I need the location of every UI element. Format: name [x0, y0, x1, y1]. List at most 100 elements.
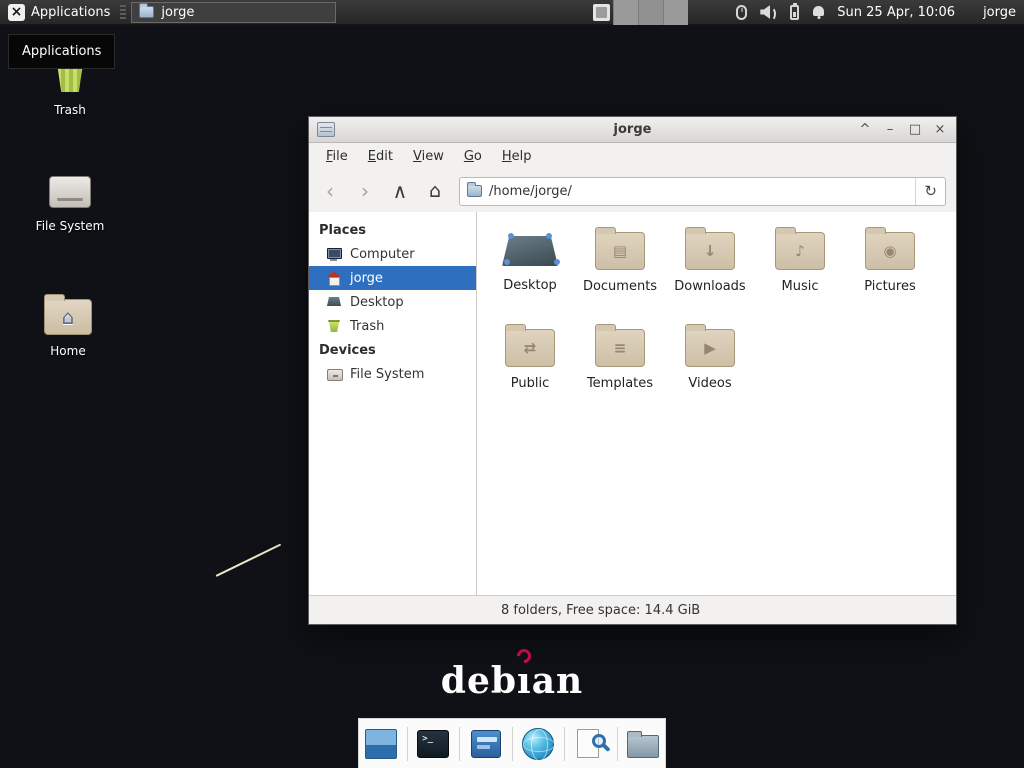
sidebar: Places Computer jorge Desktop Trash: [309, 212, 477, 595]
system-tray: [593, 0, 688, 25]
file-videos[interactable]: ▶ Videos: [665, 323, 755, 420]
file-music[interactable]: ♪ Music: [755, 226, 845, 323]
location-bar[interactable]: /home/jorge/ ↻: [459, 177, 946, 206]
menu-go[interactable]: Go: [455, 145, 491, 168]
sidebar-item-file-system[interactable]: File System: [309, 362, 476, 386]
debian-wallpaper-logo: debıan: [0, 660, 1024, 702]
file-documents[interactable]: ▤ Documents: [575, 226, 665, 323]
maximize-button[interactable]: □: [907, 118, 923, 142]
sidebar-item-trash[interactable]: Trash: [309, 314, 476, 338]
panel-username[interactable]: jorge: [983, 5, 1016, 20]
tray-item[interactable]: [613, 0, 638, 25]
file-label: Music: [782, 279, 819, 294]
sidebar-item-label: Trash: [350, 319, 384, 334]
menu-edit[interactable]: Edit: [359, 145, 402, 168]
dock-item-app[interactable]: [468, 724, 504, 764]
brand-text: an: [532, 660, 584, 702]
statusbar: 8 folders, Free space: 14.4 GiB: [309, 595, 956, 624]
tray-window-icon[interactable]: [593, 4, 610, 21]
tray-item[interactable]: [638, 0, 663, 25]
desktop-icon-home[interactable]: Home: [20, 294, 116, 358]
app-window-icon: [471, 730, 501, 758]
file-manager-window: jorge ^ – □ × File Edit View Go Help ‹ ›…: [308, 116, 957, 625]
file-label: Documents: [583, 279, 657, 294]
menubar: File Edit View Go Help: [309, 143, 956, 170]
dock-item-terminal[interactable]: [416, 724, 452, 764]
dock-item-file-manager[interactable]: [625, 724, 661, 764]
shade-button[interactable]: ^: [857, 118, 873, 142]
file-templates[interactable]: ≡ Templates: [575, 323, 665, 420]
taskbar-window-button[interactable]: jorge: [131, 2, 336, 23]
window-icon: [317, 122, 335, 137]
close-button[interactable]: ×: [932, 118, 948, 142]
file-pictures[interactable]: ◉ Pictures: [845, 226, 935, 323]
toolbar: ‹ › ∧ ⌂ /home/jorge/ ↻: [309, 170, 956, 212]
folder-icon: ♪: [775, 232, 825, 270]
magnifier-icon: [592, 734, 606, 748]
window-controls: ^ – □ ×: [857, 118, 948, 142]
menu-help[interactable]: Help: [493, 145, 541, 168]
applications-menu-label: Applications: [31, 5, 110, 20]
file-label: Public: [511, 376, 549, 391]
dock-separator: [512, 727, 513, 761]
home-icon: [326, 270, 342, 286]
file-label: Pictures: [864, 279, 915, 294]
notifications-bell-icon[interactable]: [812, 6, 825, 19]
top-panel: Applications jorge Sun 25 Apr, 10:06 jor…: [0, 0, 1024, 25]
statusbar-text: 8 folders, Free space: 14.4 GiB: [501, 603, 700, 618]
drive-icon: [326, 366, 342, 382]
file-downloads[interactable]: ↓ Downloads: [665, 226, 755, 323]
taskbar-window-label: jorge: [161, 5, 194, 20]
mouse-icon[interactable]: [736, 5, 747, 20]
desktop: Applications jorge Sun 25 Apr, 10:06 jor…: [0, 0, 1024, 768]
dock-item-show-desktop[interactable]: [363, 724, 399, 764]
reload-button[interactable]: ↻: [915, 178, 945, 205]
dock-item-web-browser[interactable]: [520, 724, 556, 764]
documents-emblem-icon: ▤: [596, 233, 644, 269]
minimize-button[interactable]: –: [882, 118, 898, 142]
dock: [358, 718, 666, 768]
desktop-folder-icon: [502, 233, 558, 269]
file-label: Desktop: [503, 278, 557, 293]
public-emblem-icon: ⇄: [506, 330, 554, 366]
volume-icon[interactable]: [760, 5, 777, 19]
sidebar-header-devices: Devices: [309, 338, 476, 362]
folder-icon: [627, 735, 659, 758]
panel-clock[interactable]: Sun 25 Apr, 10:06: [837, 5, 955, 20]
show-desktop-icon: [365, 729, 397, 759]
forward-button[interactable]: ›: [354, 181, 376, 201]
file-label: Templates: [587, 376, 653, 391]
file-desktop[interactable]: Desktop: [485, 226, 575, 323]
dock-separator: [564, 727, 565, 761]
tooltip-text: Applications: [22, 44, 101, 59]
desktop-icon-file-system[interactable]: File System: [22, 174, 118, 233]
menu-file[interactable]: File: [317, 145, 357, 168]
titlebar[interactable]: jorge ^ – □ ×: [309, 117, 956, 143]
brand-text: deb: [441, 660, 517, 702]
battery-icon[interactable]: [790, 5, 799, 20]
up-button[interactable]: ∧: [389, 181, 411, 201]
folder-icon: ◉: [865, 232, 915, 270]
desktop-icon: [326, 294, 342, 310]
menu-view[interactable]: View: [404, 145, 453, 168]
applications-tooltip: Applications: [8, 34, 115, 69]
sidebar-item-desktop[interactable]: Desktop: [309, 290, 476, 314]
applications-menu-button[interactable]: Applications: [0, 0, 118, 24]
drive-icon: [48, 174, 92, 210]
home-button[interactable]: ⌂: [424, 181, 446, 201]
dock-separator: [617, 727, 618, 761]
dock-item-app-finder[interactable]: [573, 724, 609, 764]
folder-icon: ⇄: [505, 329, 555, 367]
videos-emblem-icon: ▶: [686, 330, 734, 366]
sidebar-header-places: Places: [309, 218, 476, 242]
music-emblem-icon: ♪: [776, 233, 824, 269]
back-button[interactable]: ‹: [319, 181, 341, 201]
sidebar-item-label: File System: [350, 367, 424, 382]
templates-emblem-icon: ≡: [596, 330, 644, 366]
tray-item[interactable]: [663, 0, 688, 25]
computer-icon: [326, 246, 342, 262]
sidebar-item-computer[interactable]: Computer: [309, 242, 476, 266]
sidebar-item-jorge[interactable]: jorge: [309, 266, 476, 290]
scratch-line: [216, 544, 282, 577]
file-public[interactable]: ⇄ Public: [485, 323, 575, 420]
